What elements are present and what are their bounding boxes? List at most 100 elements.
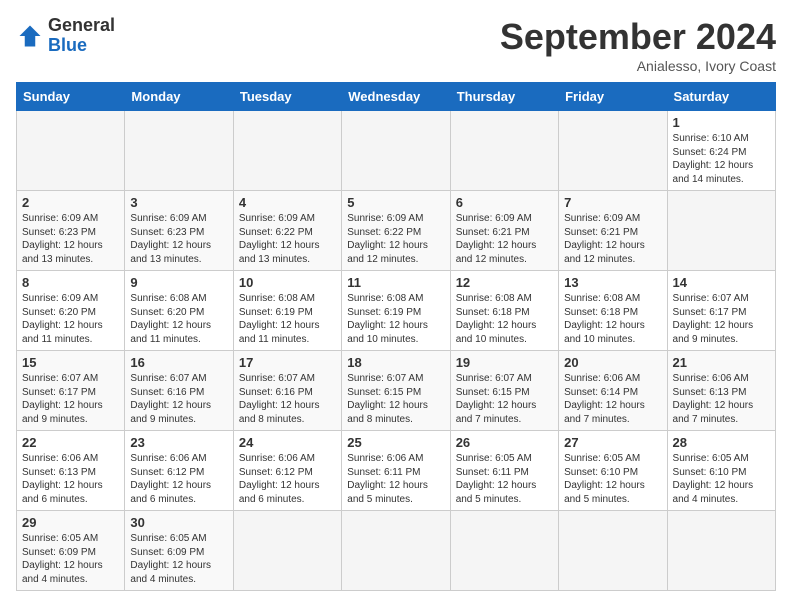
day-info: Sunrise: 6:06 AMSunset: 6:13 PMDaylight:…: [22, 452, 119, 506]
calendar-cell: 25Sunrise: 6:06 AMSunset: 6:11 PMDayligh…: [342, 431, 450, 511]
calendar-cell: 16 Sunrise: 6:07 AMSunset: 6:16 PMDayligh…: [125, 351, 233, 431]
day-info: Sunrise: 6:09 AMSunset: 6:23 PMDaylight:…: [22, 212, 119, 266]
day-info: Sunrise: 6:09 AMSunset: 6:21 PMDaylight:…: [456, 212, 553, 266]
day-info: Sunrise: 6:05 AMSunset: 6:11 PMDaylight:…: [456, 452, 553, 506]
header-row: SundayMondayTuesdayWednesdayThursdayFrid…: [17, 83, 776, 111]
day-number: 22: [22, 435, 119, 450]
day-number: 17: [239, 355, 336, 370]
day-number: 11: [347, 275, 444, 290]
calendar-cell: 22 Sunrise: 6:06 AMSunset: 6:13 PMDayligh…: [17, 431, 125, 511]
day-number: 21: [673, 355, 770, 370]
day-info: Sunrise: 6:10 AMSunset: 6:24 PMDaylight:…: [673, 132, 770, 186]
day-info: Sunrise: 6:09 AMSunset: 6:23 PMDaylight:…: [130, 212, 227, 266]
header-monday: Monday: [125, 83, 233, 111]
calendar-cell: 27 Sunrise: 6:05 AMSunset: 6:10 PMDayligh…: [559, 431, 667, 511]
day-info: Sunrise: 6:08 AMSunset: 6:18 PMDaylight:…: [564, 292, 661, 346]
day-number: 5: [347, 195, 444, 210]
calendar-cell: 6 Sunrise: 6:09 AMSunset: 6:21 PMDaylight…: [450, 191, 558, 271]
day-number: 7: [564, 195, 661, 210]
calendar-cell: 5 Sunrise: 6:09 AMSunset: 6:22 PMDaylight…: [342, 191, 450, 271]
day-number: 29: [22, 515, 119, 530]
calendar-cell: 21 Sunrise: 6:06 AMSunset: 6:13 PMDayligh…: [667, 351, 775, 431]
day-number: 9: [130, 275, 227, 290]
calendar-table: SundayMondayTuesdayWednesdayThursdayFrid…: [16, 82, 776, 591]
day-number: 16: [130, 355, 227, 370]
calendar-cell: 3 Sunrise: 6:09 AMSunset: 6:23 PMDaylight…: [125, 191, 233, 271]
day-info: Sunrise: 6:08 AMSunset: 6:19 PMDaylight:…: [347, 292, 444, 346]
day-info: Sunrise: 6:08 AMSunset: 6:20 PMDaylight:…: [130, 292, 227, 346]
empty-cell: [342, 111, 450, 191]
day-number: 15: [22, 355, 119, 370]
calendar-cell: 7Sunrise: 6:09 AMSunset: 6:21 PMDaylight…: [559, 191, 667, 271]
day-number: 19: [456, 355, 553, 370]
calendar-cell: 4 Sunrise: 6:09 AMSunset: 6:22 PMDaylight…: [233, 191, 341, 271]
calendar-cell: 28Sunrise: 6:05 AMSunset: 6:10 PMDayligh…: [667, 431, 775, 511]
empty-cell: [233, 111, 341, 191]
day-number: 13: [564, 275, 661, 290]
day-number: 1: [673, 115, 770, 130]
day-info: Sunrise: 6:07 AMSunset: 6:17 PMDaylight:…: [673, 292, 770, 346]
day-number: 20: [564, 355, 661, 370]
day-number: 23: [130, 435, 227, 450]
day-number: 4: [239, 195, 336, 210]
calendar-cell: 19Sunrise: 6:07 AMSunset: 6:15 PMDayligh…: [450, 351, 558, 431]
day-info: Sunrise: 6:06 AMSunset: 6:12 PMDaylight:…: [239, 452, 336, 506]
empty-cell: [125, 111, 233, 191]
header-sunday: Sunday: [17, 83, 125, 111]
empty-cell: [17, 111, 125, 191]
day-number: 14: [673, 275, 770, 290]
day-number: 30: [130, 515, 227, 530]
calendar-row: 22 Sunrise: 6:06 AMSunset: 6:13 PMDayligh…: [17, 431, 776, 511]
calendar-row: 29 Sunrise: 6:05 AMSunset: 6:09 PMDayligh…: [17, 511, 776, 591]
title-area: September 2024 Anialesso, Ivory Coast: [500, 16, 776, 74]
calendar-cell: 23 Sunrise: 6:06 AMSunset: 6:12 PMDayligh…: [125, 431, 233, 511]
calendar-cell: 24 Sunrise: 6:06 AMSunset: 6:12 PMDayligh…: [233, 431, 341, 511]
day-info: Sunrise: 6:09 AMSunset: 6:20 PMDaylight:…: [22, 292, 119, 346]
calendar-cell: [450, 511, 558, 591]
day-info: Sunrise: 6:06 AMSunset: 6:13 PMDaylight:…: [673, 372, 770, 426]
day-number: 27: [564, 435, 661, 450]
header: General Blue September 2024 Anialesso, I…: [16, 16, 776, 74]
calendar-cell: 15 Sunrise: 6:07 AMSunset: 6:17 PMDayligh…: [17, 351, 125, 431]
header-tuesday: Tuesday: [233, 83, 341, 111]
day-info: Sunrise: 6:07 AMSunset: 6:15 PMDaylight:…: [347, 372, 444, 426]
day-number: 24: [239, 435, 336, 450]
calendar-cell: 26Sunrise: 6:05 AMSunset: 6:11 PMDayligh…: [450, 431, 558, 511]
calendar-cell: [559, 511, 667, 591]
calendar-cell: 10Sunrise: 6:08 AMSunset: 6:19 PMDayligh…: [233, 271, 341, 351]
day-info: Sunrise: 6:08 AMSunset: 6:19 PMDaylight:…: [239, 292, 336, 346]
calendar-cell: 20Sunrise: 6:06 AMSunset: 6:14 PMDayligh…: [559, 351, 667, 431]
calendar-row: 8Sunrise: 6:09 AMSunset: 6:20 PMDaylight…: [17, 271, 776, 351]
empty-cell: [450, 111, 558, 191]
logo-blue: Blue: [48, 36, 115, 56]
header-thursday: Thursday: [450, 83, 558, 111]
calendar-cell: [667, 511, 775, 591]
day-number: 25: [347, 435, 444, 450]
calendar-cell: [342, 511, 450, 591]
calendar-cell: 14 Sunrise: 6:07 AMSunset: 6:17 PMDayligh…: [667, 271, 775, 351]
day-info: Sunrise: 6:07 AMSunset: 6:16 PMDaylight:…: [130, 372, 227, 426]
day-info: Sunrise: 6:05 AMSunset: 6:10 PMDaylight:…: [564, 452, 661, 506]
logo-text: General Blue: [48, 16, 115, 56]
header-saturday: Saturday: [667, 83, 775, 111]
calendar-body: 1 Sunrise: 6:10 AMSunset: 6:24 PMDaylight…: [17, 111, 776, 591]
day-info: Sunrise: 6:07 AMSunset: 6:17 PMDaylight:…: [22, 372, 119, 426]
day-info: Sunrise: 6:09 AMSunset: 6:22 PMDaylight:…: [347, 212, 444, 266]
day-number: 28: [673, 435, 770, 450]
calendar-cell: 30 Sunrise: 6:05 AMSunset: 6:09 PMDayligh…: [125, 511, 233, 591]
calendar-row: 15 Sunrise: 6:07 AMSunset: 6:17 PMDayligh…: [17, 351, 776, 431]
calendar-cell: 18 Sunrise: 6:07 AMSunset: 6:15 PMDayligh…: [342, 351, 450, 431]
day-info: Sunrise: 6:09 AMSunset: 6:22 PMDaylight:…: [239, 212, 336, 266]
day-info: Sunrise: 6:05 AMSunset: 6:09 PMDaylight:…: [130, 532, 227, 586]
location-subtitle: Anialesso, Ivory Coast: [500, 58, 776, 74]
day-number: 18: [347, 355, 444, 370]
day-number: 3: [130, 195, 227, 210]
calendar-cell: [233, 511, 341, 591]
day-number: 2: [22, 195, 119, 210]
header-friday: Friday: [559, 83, 667, 111]
day-info: Sunrise: 6:07 AMSunset: 6:16 PMDaylight:…: [239, 372, 336, 426]
day-info: Sunrise: 6:06 AMSunset: 6:12 PMDaylight:…: [130, 452, 227, 506]
empty-cell: [559, 111, 667, 191]
calendar-cell: [667, 191, 775, 271]
day-number: 6: [456, 195, 553, 210]
